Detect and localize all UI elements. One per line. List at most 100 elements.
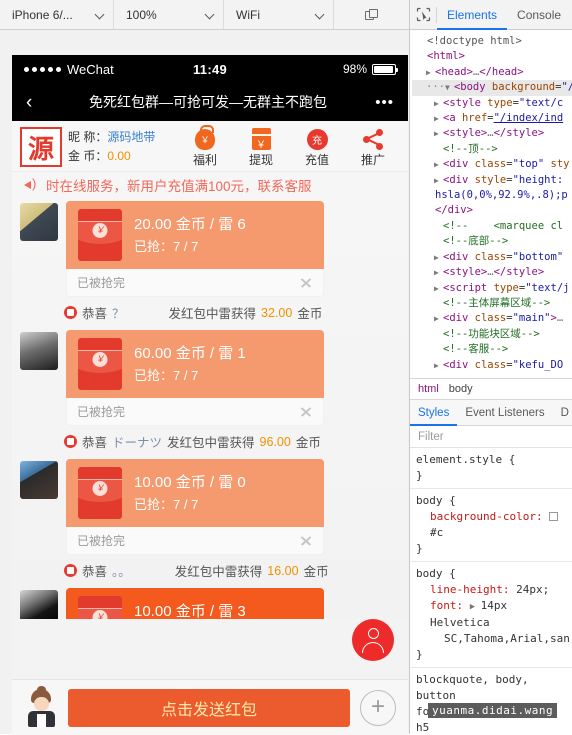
css-declaration[interactable]: line-height: 24px; — [416, 582, 566, 598]
dom-tree-line[interactable]: <!--底部--> — [412, 234, 572, 249]
red-packet-count: 已抢：7 / 7 — [134, 496, 199, 512]
carrier-label: WeChat — [67, 61, 114, 77]
dom-tree-line[interactable]: ▶ <div class="bottom" — [412, 250, 572, 265]
tab-event-listeners[interactable]: Event Listeners — [457, 400, 552, 426]
send-bar: 点击发送红包 + — [12, 679, 408, 735]
dom-tree-line[interactable]: <!--功能块区域--> — [412, 327, 572, 342]
dom-tree-line[interactable]: ▶ <div class="top" sty — [412, 157, 572, 172]
send-red-packet-button[interactable]: 点击发送红包 — [68, 688, 350, 727]
status-bar-left: WeChat — [24, 62, 193, 77]
dom-tree-line[interactable]: ···▼<body background="/ap — [412, 80, 572, 96]
dom-tree-line[interactable]: ▶ <div class="main">… — [412, 311, 572, 326]
system-unit: 金币 — [295, 436, 321, 450]
action-withdraw[interactable]: 提现 — [240, 126, 282, 168]
close-icon[interactable] — [299, 405, 313, 419]
avatar[interactable] — [20, 590, 58, 619]
watermark: yuanma.didai.wang — [428, 703, 558, 718]
device-emulation-pane: iPhone 6/... 100% WiFi WeChat 11:49 98% … — [0, 0, 410, 735]
dom-tree-line[interactable]: ▶ <div style="height: — [412, 173, 572, 188]
action-recharge[interactable]: 充 充值 — [296, 126, 338, 168]
site-logo: 源 — [20, 127, 62, 167]
css-selector: body { — [416, 567, 456, 580]
network-throttle-select[interactable]: WiFi — [224, 0, 334, 29]
red-packet-body[interactable]: ￥ 20.00 金币 / 雷 6 已抢：7 / 7 — [66, 201, 324, 269]
inspect-cursor-icon[interactable] — [410, 7, 436, 22]
dom-tree-line[interactable]: <html> — [412, 49, 572, 64]
more-dots-icon[interactable]: ••• — [368, 94, 394, 111]
css-declaration[interactable]: font: ▶ 14px Helvetica — [416, 598, 566, 631]
red-packet-bubble[interactable]: ￥ 20.00 金币 / 雷 6 已抢：7 / 7 已被抢完 — [66, 201, 324, 297]
avatar[interactable] — [20, 332, 58, 370]
list-item: ￥ 20.00 金币 / 雷 6 已抢：7 / 7 已被抢完 恭喜 ？ 发红包中… — [20, 201, 398, 328]
red-packet-bubble[interactable]: ￥ 60.00 金币 / 雷 1 已抢：7 / 7 已被抢完 — [66, 330, 324, 426]
screens-icon[interactable] — [364, 8, 379, 21]
dom-tree-line[interactable]: <!doctype html> — [412, 34, 572, 49]
red-packet-body[interactable]: ￥ 60.00 金币 / 雷 1 已抢：7 / 7 — [66, 330, 324, 398]
tab-dom-breakpoints[interactable]: D — [553, 400, 572, 426]
device-select[interactable]: iPhone 6/... — [0, 0, 114, 29]
zoom-select[interactable]: 100% — [114, 0, 224, 29]
styles-filter-input[interactable]: Filter — [410, 426, 572, 448]
styles-tabbar: Styles Event Listeners D — [410, 400, 572, 426]
red-packet-body[interactable]: ￥ 10.00 金币 / 雷 0 已抢：7 / 7 — [66, 459, 324, 527]
dom-tree-line[interactable]: ▶ <style>…</style> — [412, 126, 572, 141]
breadcrumb-item-body[interactable]: body — [449, 383, 473, 395]
customer-service-button[interactable] — [352, 619, 394, 661]
red-packet-body[interactable]: ￥ 10.00 金币 / 雷 3 已抢：1 / 7 — [66, 588, 324, 619]
system-message: 恭喜 ドーナツ 发红包中雷获得 96.00 金币 — [20, 426, 398, 457]
dom-tree-line[interactable]: <!-- <marquee cl — [412, 219, 572, 234]
message-row: ￥ 10.00 金币 / 雷 3 已抢：1 / 7 恭喜发财 大吉大利 — [20, 588, 398, 619]
app-root: iPhone 6/... 100% WiFi WeChat 11:49 98% … — [0, 0, 572, 735]
action-promote[interactable]: 推广 — [352, 126, 394, 168]
red-packet-bubble[interactable]: ￥ 10.00 金币 / 雷 3 已抢：1 / 7 恭喜发财 大吉大利 — [66, 588, 324, 619]
system-text: 发红包中雷获得 — [167, 436, 255, 450]
css-selector: element.style { — [416, 453, 516, 466]
dom-tree-line[interactable]: <!--客服--> — [412, 342, 572, 357]
dom-tree-line[interactable]: ▶ <style>…</style> — [412, 265, 572, 280]
tab-elements[interactable]: Elements — [437, 0, 507, 30]
avatar[interactable] — [20, 461, 58, 499]
dom-tree-line[interactable]: ▶ <div class="kefu_DO — [412, 358, 572, 373]
system-prefix: 恭喜 — [82, 307, 108, 321]
close-icon[interactable] — [299, 276, 313, 290]
dom-tree-line[interactable]: <!--主体屏幕区域--> — [412, 296, 572, 311]
dom-tree-line[interactable]: ▶ <script type="text/j — [412, 281, 572, 296]
tab-styles[interactable]: Styles — [410, 400, 457, 426]
dom-tree-line[interactable]: </div> — [412, 203, 572, 218]
css-declaration[interactable]: background-color: #c — [416, 509, 566, 541]
dom-tree-line[interactable]: ▶ <head>…</head> — [412, 65, 572, 80]
status-bar-time: 11:49 — [192, 61, 228, 77]
chevron-down-icon — [206, 10, 215, 19]
css-rule[interactable]: body { line-height: 24px; font: ▶ 14px Hel… — [410, 562, 572, 668]
red-envelope-icon: ￥ — [78, 209, 122, 261]
css-rule[interactable]: blockquote, body, buttonform, h1, h2, h3… — [410, 668, 572, 734]
chat-list[interactable]: ￥ 20.00 金币 / 雷 6 已抢：7 / 7 已被抢完 恭喜 ？ 发红包中… — [12, 199, 408, 619]
tab-console[interactable]: Console — [507, 0, 571, 30]
avatar[interactable] — [20, 203, 58, 241]
system-amount: 16.00 — [267, 563, 299, 578]
css-rule[interactable]: body {background-color: #c} — [410, 489, 572, 562]
dom-tree[interactable]: <!doctype html> <html> ▶ <head>…</head> ···… — [410, 30, 572, 378]
devtools-panel: Elements Console <!doctype html> <html> ▶… — [410, 0, 572, 734]
dom-tree-line[interactable]: <!--顶--> — [412, 142, 572, 157]
close-icon[interactable] — [299, 534, 313, 548]
user-info-bar: 源 昵 称：源码地带 金 币：0.00 福利 — [12, 121, 408, 172]
back-icon[interactable]: ‹ — [26, 93, 48, 112]
dom-tree-line[interactable]: hsla(0,0%,92.9%,.8);p — [412, 188, 572, 203]
breadcrumb-item-html[interactable]: html — [418, 383, 439, 395]
css-rules-list: element.style {} body {background-color: … — [410, 448, 572, 734]
coin-label: 金 币： — [68, 149, 108, 163]
action-welfare[interactable]: 福利 — [184, 124, 226, 168]
dom-tree-line[interactable]: ▶ <style type="text/c — [412, 96, 572, 111]
device-select-value: iPhone 6/... — [12, 7, 73, 22]
red-packet-status: 已被抢完 — [77, 276, 126, 290]
css-rule[interactable]: element.style {} — [410, 448, 572, 489]
add-button[interactable]: + — [360, 689, 396, 726]
nickname-row: 昵 称：源码地带 — [68, 128, 155, 147]
list-item: ￥ 60.00 金币 / 雷 1 已抢：7 / 7 已被抢完 恭喜 ドーナツ 发… — [20, 330, 398, 457]
coin-value: 0.00 — [107, 149, 131, 163]
recharge-icon: 充 — [296, 126, 338, 152]
dom-tree-line[interactable]: ▶ <a href="/index/ind — [412, 111, 572, 126]
red-packet-bubble[interactable]: ￥ 10.00 金币 / 雷 0 已抢：7 / 7 已被抢完 — [66, 459, 324, 555]
phone-status-bar: WeChat 11:49 98% — [12, 55, 408, 83]
